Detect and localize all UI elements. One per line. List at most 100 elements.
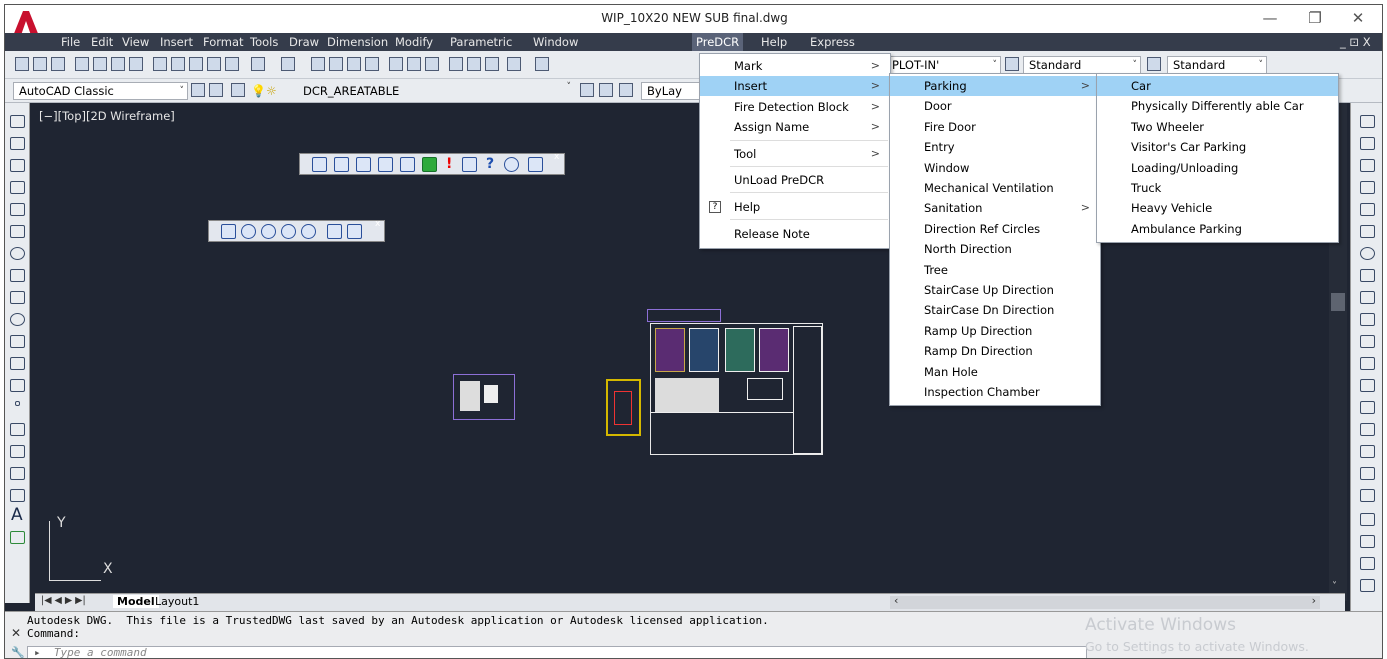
cube-delete-icon[interactable] bbox=[347, 224, 362, 239]
draworder-under-icon[interactable] bbox=[1360, 579, 1375, 592]
rectangle-icon[interactable] bbox=[10, 203, 25, 216]
line-icon[interactable] bbox=[10, 115, 25, 128]
submenu-item-north-direction[interactable]: North Direction bbox=[890, 239, 1100, 259]
parking-item-heavy-vehicle[interactable]: Heavy Vehicle bbox=[1097, 198, 1338, 218]
draworder-front-icon[interactable] bbox=[1360, 513, 1375, 526]
layer-previous-icon[interactable] bbox=[599, 83, 613, 97]
help-question-icon[interactable]: ? bbox=[486, 156, 494, 172]
menu-item-release-note[interactable]: Release Note bbox=[700, 224, 890, 244]
menu-file[interactable]: File bbox=[61, 33, 80, 51]
menu-window[interactable]: Window bbox=[533, 33, 578, 51]
paste-icon[interactable] bbox=[189, 57, 203, 71]
erase-icon[interactable] bbox=[1360, 115, 1375, 128]
menu-modify[interactable]: Modify bbox=[395, 33, 433, 51]
arc-icon[interactable] bbox=[10, 225, 25, 238]
3d-dwf-icon[interactable] bbox=[129, 57, 143, 71]
menu-tools[interactable]: Tools bbox=[250, 33, 278, 51]
minimize-button[interactable]: — bbox=[1250, 7, 1290, 31]
workspace-settings-icon[interactable] bbox=[191, 83, 205, 97]
match-properties-icon[interactable] bbox=[207, 57, 221, 71]
parking-item-loading-unloading[interactable]: Loading/Unloading bbox=[1097, 158, 1338, 178]
submenu-item-direction-ref-circles[interactable]: Direction Ref Circles bbox=[890, 219, 1100, 239]
extend-icon[interactable] bbox=[1360, 335, 1375, 348]
circle-tool-2-icon[interactable] bbox=[261, 224, 276, 239]
submenu-item-window[interactable]: Window bbox=[890, 158, 1100, 178]
circle-slash-icon[interactable] bbox=[301, 224, 316, 239]
menu-dimension[interactable]: Dimension bbox=[327, 33, 388, 51]
grid-tool-icon[interactable] bbox=[221, 224, 236, 239]
submenu-item-staircase-dn[interactable]: StairCase Dn Direction bbox=[890, 300, 1100, 320]
plot-preview-icon[interactable] bbox=[93, 57, 107, 71]
markup-icon[interactable] bbox=[467, 57, 481, 71]
submenu-item-sanitation[interactable]: Sanitation > bbox=[890, 198, 1100, 218]
circle-tool-3-icon[interactable] bbox=[281, 224, 296, 239]
menu-item-mark[interactable]: Mark > bbox=[700, 56, 890, 76]
mirror-icon[interactable] bbox=[1360, 159, 1375, 172]
submenu-item-ramp-up[interactable]: Ramp Up Direction bbox=[890, 321, 1100, 341]
region-icon[interactable] bbox=[10, 467, 25, 480]
submenu-item-mechanical-ventilation[interactable]: Mechanical Ventilation bbox=[890, 178, 1100, 198]
list-icon[interactable] bbox=[462, 157, 477, 172]
viewport-controls-label[interactable]: [−][Top][2D Wireframe] bbox=[39, 109, 175, 123]
redo-icon[interactable] bbox=[281, 57, 295, 71]
submenu-item-ramp-dn[interactable]: Ramp Dn Direction bbox=[890, 341, 1100, 361]
document-window-controls[interactable]: _ ⊡ X bbox=[1340, 33, 1371, 51]
layer-manager-icon[interactable] bbox=[209, 83, 223, 97]
warning-icon[interactable]: ! bbox=[446, 156, 452, 172]
undo-icon[interactable] bbox=[251, 57, 265, 71]
menu-item-assign-name[interactable]: Assign Name > bbox=[700, 117, 890, 137]
text-style-combo[interactable]: Standard ˅ bbox=[1023, 56, 1141, 74]
ellipse-arc-icon[interactable] bbox=[10, 335, 25, 348]
menu-item-fire-detection-block[interactable]: Fire Detection Block > bbox=[700, 97, 890, 117]
dim-style-combo[interactable]: Standard ˅ bbox=[1167, 56, 1267, 74]
submenu-item-man-hole[interactable]: Man Hole bbox=[890, 362, 1100, 382]
text-style-icon[interactable] bbox=[535, 57, 549, 71]
zoom-realtime-icon[interactable] bbox=[329, 57, 343, 71]
draworder-above-icon[interactable] bbox=[1360, 557, 1375, 570]
spline-icon[interactable] bbox=[10, 291, 25, 304]
insert-block-icon[interactable] bbox=[10, 357, 25, 370]
sheet-set-icon[interactable] bbox=[449, 57, 463, 71]
point-icon[interactable] bbox=[15, 401, 20, 406]
plot-style-combo[interactable]: PLOT-IN' ˅ bbox=[886, 56, 1001, 74]
make-block-icon[interactable] bbox=[10, 379, 25, 392]
new-icon[interactable] bbox=[15, 57, 29, 71]
explode-icon[interactable] bbox=[1360, 489, 1375, 502]
open-icon[interactable] bbox=[33, 57, 47, 71]
info-icon[interactable] bbox=[504, 157, 519, 172]
menu-view[interactable]: View bbox=[122, 33, 149, 51]
make-current-icon[interactable] bbox=[580, 83, 594, 97]
parking-item-two-wheeler[interactable]: Two Wheeler bbox=[1097, 117, 1338, 137]
color-combo[interactable]: ByLay bbox=[641, 82, 701, 100]
toolbar-close-icon[interactable]: x bbox=[554, 152, 559, 162]
menu-item-unload-predcr[interactable]: UnLoad PreDCR bbox=[700, 170, 890, 190]
copy-icon[interactable] bbox=[171, 57, 185, 71]
command-input[interactable]: ▸_ Type a command bbox=[27, 646, 1087, 658]
blend-curves-icon[interactable] bbox=[1360, 467, 1375, 480]
submenu-item-staircase-up[interactable]: StairCase Up Direction bbox=[890, 280, 1100, 300]
predcr-tool-5-icon[interactable] bbox=[400, 157, 415, 172]
tab-layout1[interactable]: Layout1 bbox=[155, 595, 199, 608]
tool-palettes-icon[interactable] bbox=[425, 57, 439, 71]
draworder-back-icon[interactable] bbox=[1360, 535, 1375, 548]
menu-item-insert[interactable]: Insert > bbox=[700, 76, 890, 97]
parking-item-ambulance-parking[interactable]: Ambulance Parking bbox=[1097, 219, 1338, 239]
drawing-block-2[interactable] bbox=[606, 379, 641, 436]
parking-item-visitors-car-parking[interactable]: Visitor's Car Parking bbox=[1097, 137, 1338, 157]
menu-edit[interactable]: Edit bbox=[91, 33, 113, 51]
polyline-icon[interactable] bbox=[10, 159, 25, 172]
toolbar-close-icon-2[interactable]: x bbox=[375, 219, 380, 229]
move-icon[interactable] bbox=[1360, 225, 1375, 238]
workspace-combo[interactable]: AutoCAD Classic ˅ bbox=[13, 82, 188, 100]
tab-navigation-icon[interactable]: |◀ ◀ ▶ ▶| bbox=[41, 595, 86, 606]
revision-cloud-icon[interactable] bbox=[10, 269, 25, 282]
join-icon[interactable] bbox=[1360, 401, 1375, 414]
properties-icon[interactable] bbox=[389, 57, 403, 71]
predcr-tool-1-icon[interactable] bbox=[312, 157, 327, 172]
scale-icon[interactable] bbox=[1360, 269, 1375, 282]
menu-express[interactable]: Express bbox=[810, 33, 855, 51]
check-icon[interactable] bbox=[422, 157, 437, 172]
save-icon[interactable] bbox=[51, 57, 65, 71]
layer-states-icon[interactable] bbox=[231, 83, 245, 97]
trim-icon[interactable] bbox=[1360, 313, 1375, 326]
